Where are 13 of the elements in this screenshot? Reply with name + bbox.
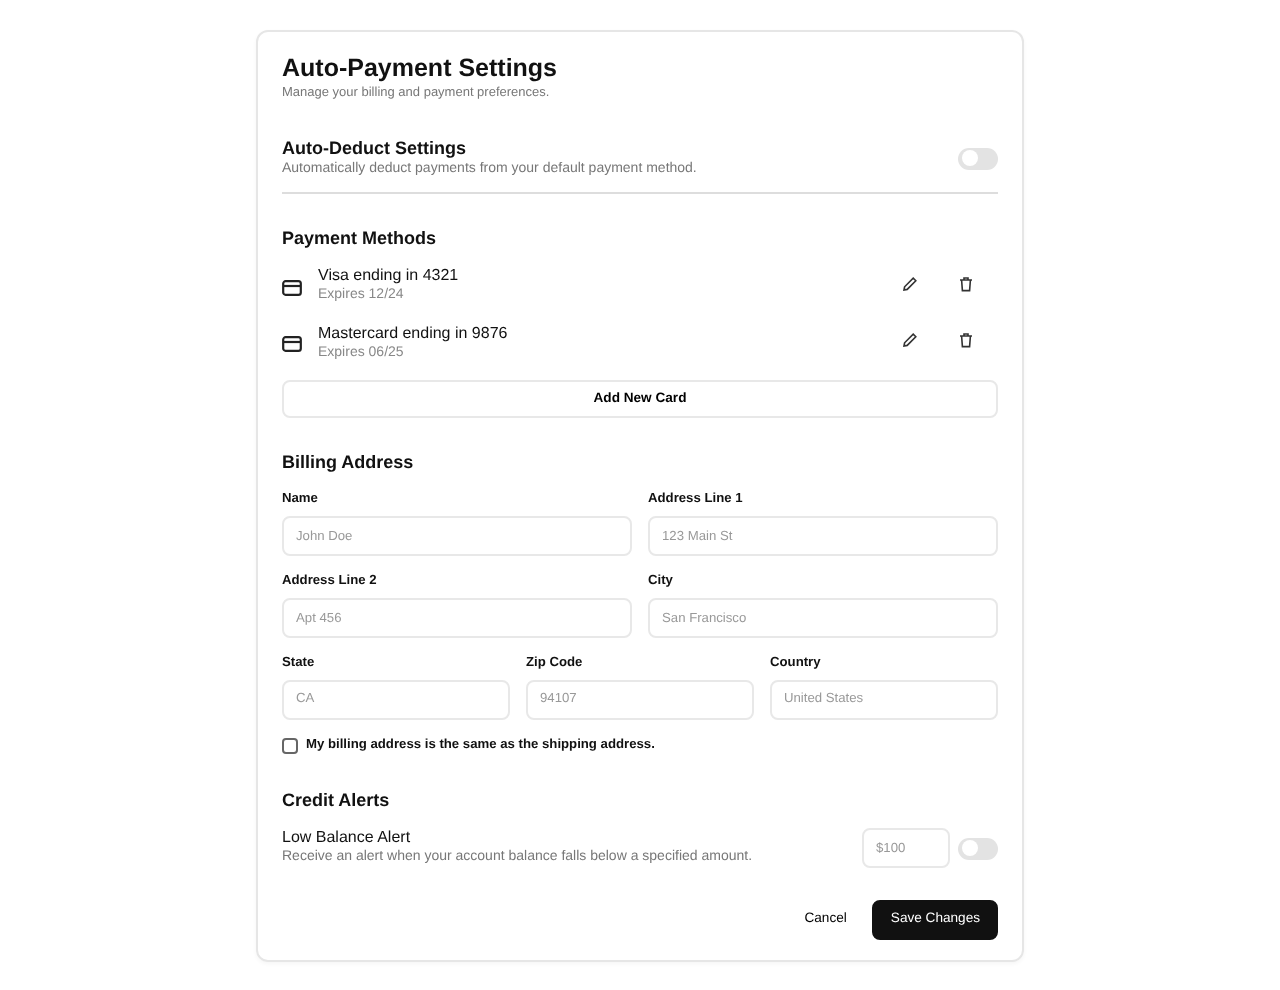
credit-card-icon	[282, 279, 302, 295]
card-name: Visa ending in 4321	[318, 266, 461, 287]
alert-label: Low Balance Alert	[282, 827, 413, 848]
toggle-switch[interactable]	[958, 147, 998, 169]
section-heading: Credit Alerts	[282, 787, 392, 812]
section-label: Auto-Deduct Settings	[282, 135, 468, 160]
section-heading: Billing Address	[282, 450, 416, 475]
section-heading: Payment Methods	[282, 226, 439, 251]
toggle-switch[interactable]	[958, 837, 998, 860]
checkbox[interactable]	[282, 737, 298, 754]
credit-card-icon	[282, 336, 302, 352]
card-name: Mastercard ending in 9876	[318, 323, 510, 344]
page-title: Auto-Payment Settings	[282, 52, 560, 84]
